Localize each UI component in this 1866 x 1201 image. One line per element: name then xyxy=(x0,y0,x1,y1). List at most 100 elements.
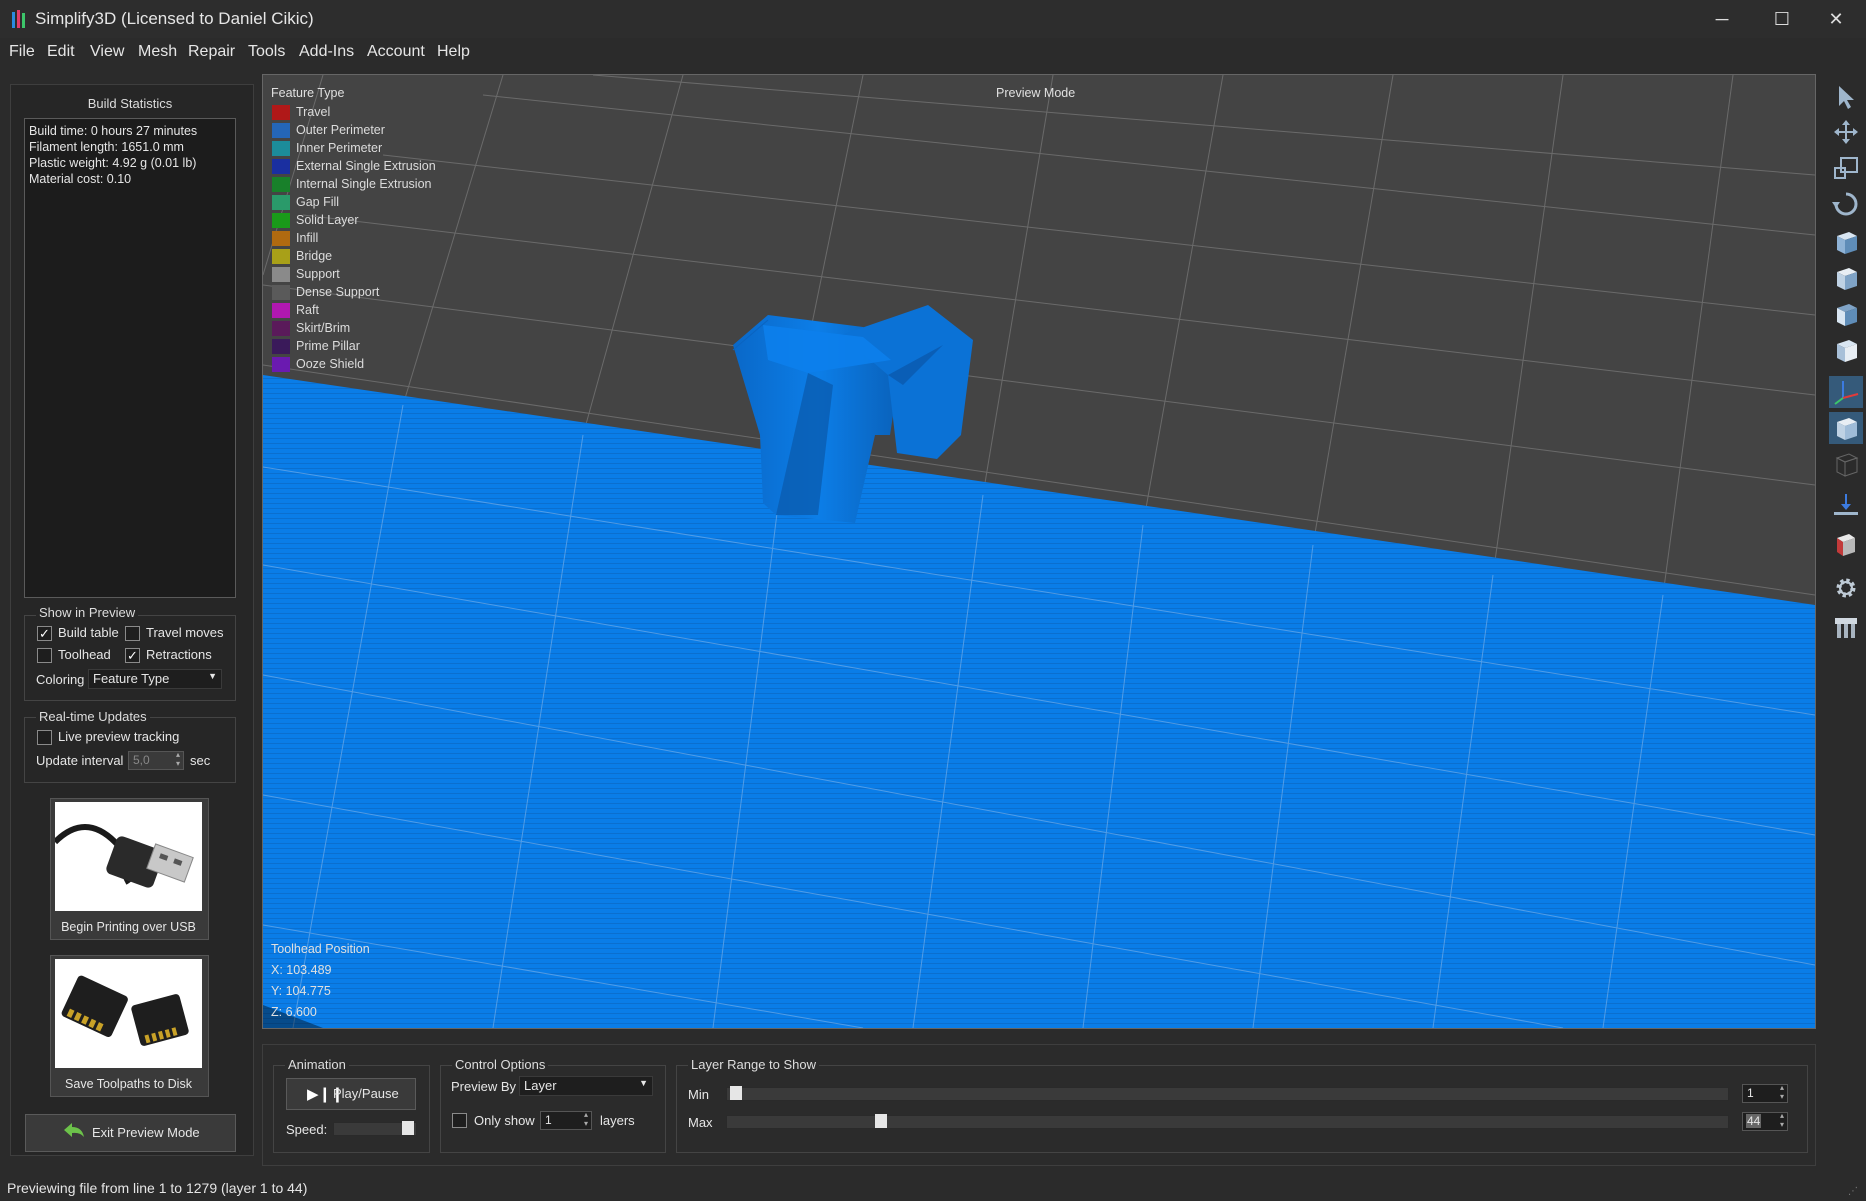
cross-section-tool-button[interactable] xyxy=(1829,528,1863,560)
begin-printing-usb-label: Begin Printing over USB xyxy=(61,920,196,934)
minimize-icon: ─ xyxy=(1715,9,1729,29)
menu-repair[interactable]: Repair xyxy=(188,43,235,61)
spin-arrows-icon: ▴ ▾ xyxy=(1779,1111,1784,1129)
select-icon xyxy=(1839,86,1854,109)
build-table-checkbox[interactable]: ✓ xyxy=(37,626,52,641)
max-layer-spinbox[interactable]: 44 ▴ ▾ xyxy=(1742,1111,1788,1131)
min-layer-slider-handle[interactable] xyxy=(730,1086,742,1100)
layers-label: layers xyxy=(600,1113,635,1128)
legend-label: Outer Perimeter xyxy=(296,123,385,137)
max-layer-value: 44 xyxy=(1746,1114,1762,1128)
speed-slider[interactable] xyxy=(333,1121,417,1136)
legend-label: External Single Extrusion xyxy=(296,159,436,173)
max-layer-slider-handle[interactable] xyxy=(875,1114,887,1128)
preview-scene[interactable] xyxy=(263,75,1815,1028)
legend-label: Dense Support xyxy=(296,285,380,299)
feature-type-legend: Travel Outer Perimeter Inner Perimeter Exte… xyxy=(272,105,442,377)
menu-view[interactable]: View xyxy=(90,43,124,61)
speed-label: Speed: xyxy=(286,1122,328,1137)
min-layer-value: 1 xyxy=(1747,1086,1754,1100)
min-layer-spinbox[interactable]: 1 ▴ ▾ xyxy=(1742,1083,1788,1103)
solid-view-icon xyxy=(1829,412,1863,444)
build-statistics-box xyxy=(24,118,236,598)
menu-mesh[interactable]: Mesh xyxy=(138,43,177,61)
toolhead-checkbox[interactable] xyxy=(37,648,52,663)
maximize-button[interactable]: ☐ xyxy=(1752,0,1812,38)
flatten-tool-button[interactable] xyxy=(1829,490,1863,522)
axes-tool-button[interactable] xyxy=(1829,376,1863,408)
legend-label: Prime Pillar xyxy=(296,339,360,353)
stat-filament-length: Filament length: 1651.0 mm xyxy=(29,140,184,154)
live-tracking-checkbox[interactable] xyxy=(37,730,52,745)
max-layer-slider[interactable] xyxy=(726,1114,1729,1129)
close-icon: ✕ xyxy=(1828,9,1844,29)
play-pause-label: Play/Pause xyxy=(333,1086,399,1101)
legend-swatch xyxy=(272,231,290,246)
minimize-button[interactable]: ─ xyxy=(1692,0,1752,38)
legend-swatch xyxy=(272,105,290,120)
view-top-tool-button[interactable] xyxy=(1829,334,1863,366)
live-tracking-label: Live preview tracking xyxy=(58,729,180,744)
retractions-label: Retractions xyxy=(146,647,212,662)
realtime-updates-group xyxy=(24,717,236,783)
wireframe-tool-button[interactable] xyxy=(1829,448,1863,480)
view-front-icon xyxy=(1837,268,1857,290)
exit-preview-label: Exit Preview Mode xyxy=(92,1125,200,1140)
update-interval-label: Update interval xyxy=(36,753,124,768)
coloring-label: Coloring xyxy=(36,672,85,687)
print-plane xyxy=(263,375,1815,1028)
travel-moves-checkbox[interactable] xyxy=(125,626,140,641)
view-side-tool-button[interactable] xyxy=(1829,298,1863,330)
legend-label: Travel xyxy=(296,105,331,119)
view-front-tool-button[interactable] xyxy=(1829,262,1863,294)
legend-swatch xyxy=(272,177,290,192)
select-tool-button[interactable] xyxy=(1829,80,1863,112)
3d-preview-viewport[interactable]: Feature Type Preview Mode Travel Outer Pe… xyxy=(262,74,1816,1029)
view-side-icon xyxy=(1837,304,1857,326)
legend-swatch xyxy=(272,123,290,138)
view-default-tool-button[interactable] xyxy=(1829,226,1863,258)
menu-help[interactable]: Help xyxy=(437,43,470,61)
preview-by-label: Preview By xyxy=(451,1079,517,1094)
spin-arrows-icon: ▴ ▾ xyxy=(583,1110,588,1128)
scale-tool-button[interactable] xyxy=(1829,152,1863,184)
checkmark-icon: ✓ xyxy=(127,648,138,663)
resize-grip-icon[interactable]: ⋰ xyxy=(1848,1186,1858,1197)
menu-account[interactable]: Account xyxy=(367,43,425,61)
rotate-tool-button[interactable] xyxy=(1829,188,1863,220)
only-show-spinbox[interactable]: 1 ▴ ▾ xyxy=(540,1110,592,1130)
min-layer-slider[interactable] xyxy=(726,1086,1729,1101)
legend-swatch xyxy=(272,141,290,156)
spin-arrows-icon: ▴ ▾ xyxy=(175,750,180,768)
settings-gear-tool-button[interactable] xyxy=(1829,572,1863,604)
retractions-checkbox[interactable]: ✓ xyxy=(125,648,140,663)
close-button[interactable]: ✕ xyxy=(1806,0,1866,38)
only-show-value: 1 xyxy=(545,1113,552,1127)
stat-material-cost: Material cost: 0.10 xyxy=(29,172,132,186)
preview-by-dropdown[interactable]: Layer ▼ xyxy=(519,1076,653,1096)
update-interval-spinbox[interactable]: 5,0 ▴ ▾ xyxy=(128,750,184,770)
stat-plastic-weight: Plastic weight: 4.92 g (0.01 lb) xyxy=(29,156,197,170)
speed-slider-handle[interactable] xyxy=(402,1121,414,1135)
animation-title: Animation xyxy=(285,1057,349,1072)
show-in-preview-title: Show in Preview xyxy=(36,605,139,620)
menu-add-ins[interactable]: Add-Ins xyxy=(299,43,354,61)
status-text: Previewing file from line 1 to 1279 (lay… xyxy=(7,1180,308,1196)
solid-view-tool-button[interactable] xyxy=(1829,412,1863,444)
save-toolpaths-label: Save Toolpaths to Disk xyxy=(65,1077,192,1091)
menu-file[interactable]: File xyxy=(9,43,35,61)
coloring-dropdown[interactable]: Feature Type ▼ xyxy=(88,669,222,689)
toolhead-label: Toolhead xyxy=(58,647,111,662)
legend-swatch xyxy=(272,249,290,264)
preview-by-value: Layer xyxy=(524,1078,557,1093)
menu-edit[interactable]: Edit xyxy=(47,43,75,61)
window-title: Simplify3D (Licensed to Daniel Cikic) xyxy=(35,9,314,28)
legend-swatch xyxy=(272,303,290,318)
legend-label: Skirt/Brim xyxy=(296,321,351,335)
only-show-checkbox[interactable] xyxy=(452,1113,467,1128)
move-tool-button[interactable] xyxy=(1829,116,1863,148)
menu-tools[interactable]: Tools xyxy=(248,43,285,61)
app-logo-icon xyxy=(12,10,25,28)
legend-label: Solid Layer xyxy=(296,213,359,227)
support-tool-button[interactable] xyxy=(1829,610,1863,642)
